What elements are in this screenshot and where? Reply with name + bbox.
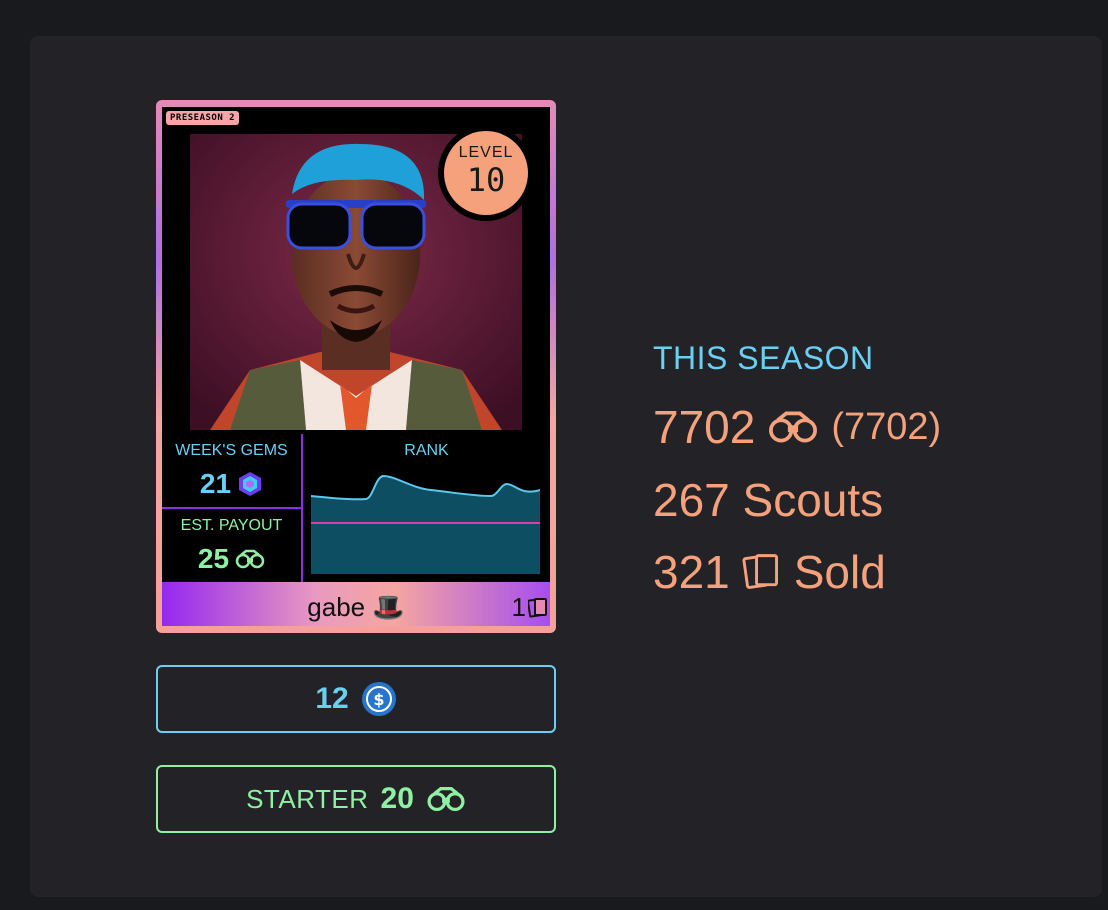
level-value: 10 bbox=[466, 161, 506, 199]
season-title: THIS SEASON bbox=[653, 340, 874, 376]
starter-value: 20 bbox=[380, 782, 414, 815]
card-footer: gabe 🎩 1 bbox=[162, 582, 550, 626]
frame-pixel bbox=[172, 367, 182, 401]
frame-pixel bbox=[530, 367, 540, 401]
frame-pixel bbox=[172, 151, 182, 185]
starter-button[interactable]: STARTER 20 bbox=[156, 765, 556, 833]
binoculars-icon bbox=[427, 786, 465, 812]
cards-icon bbox=[742, 554, 778, 589]
card-count-value: 1 bbox=[511, 592, 526, 622]
svg-text:$: $ bbox=[373, 690, 384, 709]
season-points-total: (7702) bbox=[831, 405, 942, 448]
season-sold-row: 321 Sold bbox=[653, 545, 886, 599]
card-count: 1 bbox=[512, 592, 548, 623]
rank-title: RANK bbox=[404, 442, 449, 459]
level-badge: LEVEL 10 bbox=[438, 125, 534, 221]
season-scouts: 267 Scouts bbox=[653, 474, 884, 526]
est-payout-number: 25 bbox=[197, 543, 230, 574]
buy-price-button[interactable]: 12 $ bbox=[156, 665, 556, 733]
rank-sparkline bbox=[311, 474, 540, 574]
player-name: gabe 🎩 bbox=[307, 592, 405, 622]
weeks-gems-title: WEEK'S GEMS bbox=[175, 442, 288, 459]
card-stats: WEEK'S GEMS 21 EST. PAYOUT 25 bbox=[162, 434, 303, 582]
est-payout-value: 25 bbox=[162, 543, 301, 575]
level-label: LEVEL bbox=[458, 144, 514, 161]
player-card[interactable]: PRESEASON 2 LEVEL 10 WEEK'S GEMS 21 EST.… bbox=[156, 100, 556, 633]
stats-divider bbox=[162, 507, 301, 509]
starter-label: STARTER bbox=[246, 783, 369, 814]
card-body: PRESEASON 2 LEVEL 10 WEEK'S GEMS 21 EST.… bbox=[162, 107, 550, 582]
weeks-gems-number: 21 bbox=[199, 468, 232, 499]
weeks-gems-value: 21 bbox=[162, 468, 301, 500]
binoculars-icon bbox=[235, 549, 265, 569]
price-value: 12 bbox=[315, 682, 349, 715]
gem-icon bbox=[239, 472, 262, 496]
est-payout-title: EST. PAYOUT bbox=[180, 517, 283, 534]
season-tag: PRESEASON 2 bbox=[166, 111, 240, 125]
season-sold-count: 321 bbox=[653, 546, 730, 598]
usdc-coin-icon: $ bbox=[361, 682, 396, 716]
season-points-row: 7702 (7702) bbox=[653, 400, 941, 454]
season-points: 7702 bbox=[653, 401, 756, 453]
season-stats: THIS SEASON 7702 (7702) 267 Scouts 321 S… bbox=[653, 340, 941, 598]
rank-panel: RANK bbox=[303, 434, 550, 582]
binoculars-icon bbox=[769, 411, 818, 443]
season-sold-label: Sold bbox=[793, 546, 886, 598]
cards-icon bbox=[528, 597, 547, 617]
